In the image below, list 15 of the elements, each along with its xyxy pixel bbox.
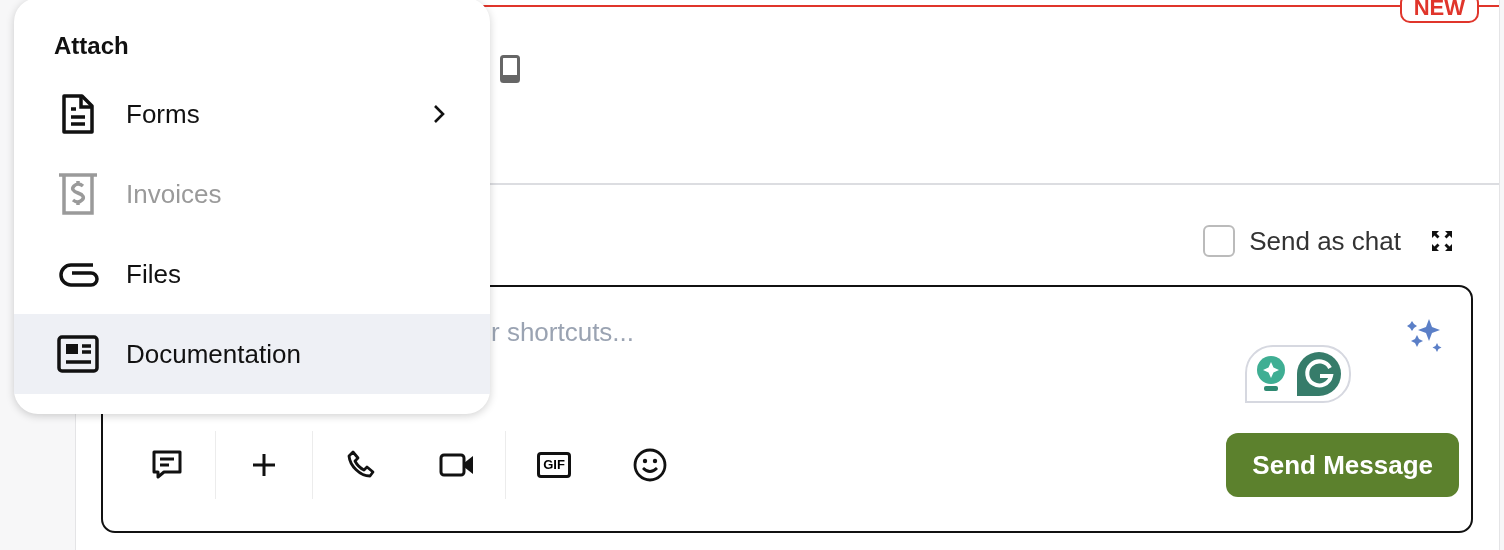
logo[interactable] bbox=[1296, 351, 1342, 397]
menu-item[interactable]: Forms bbox=[14, 74, 490, 154]
article-icon bbox=[54, 335, 102, 373]
chevron-right-icon bbox=[432, 103, 446, 125]
menu-title: Attach bbox=[53, 32, 130, 60]
send-as-chat-checkbox[interactable]: Send as chat bbox=[1203, 225, 1401, 257]
message-placeholder: r shortcuts... bbox=[491, 317, 635, 348]
lightbulb-icon[interactable] bbox=[1254, 355, 1288, 393]
expand-icon[interactable] bbox=[1431, 230, 1453, 252]
new-badge: NEW bbox=[1399, 0, 1479, 23]
send-message-button[interactable]: Send Message bbox=[1226, 433, 1459, 497]
menu-item[interactable]: Documentation bbox=[14, 314, 490, 394]
writing-assistant-widget[interactable] bbox=[1245, 345, 1351, 403]
tablet-icon bbox=[500, 55, 520, 83]
sparkle-icon[interactable] bbox=[1407, 317, 1443, 353]
